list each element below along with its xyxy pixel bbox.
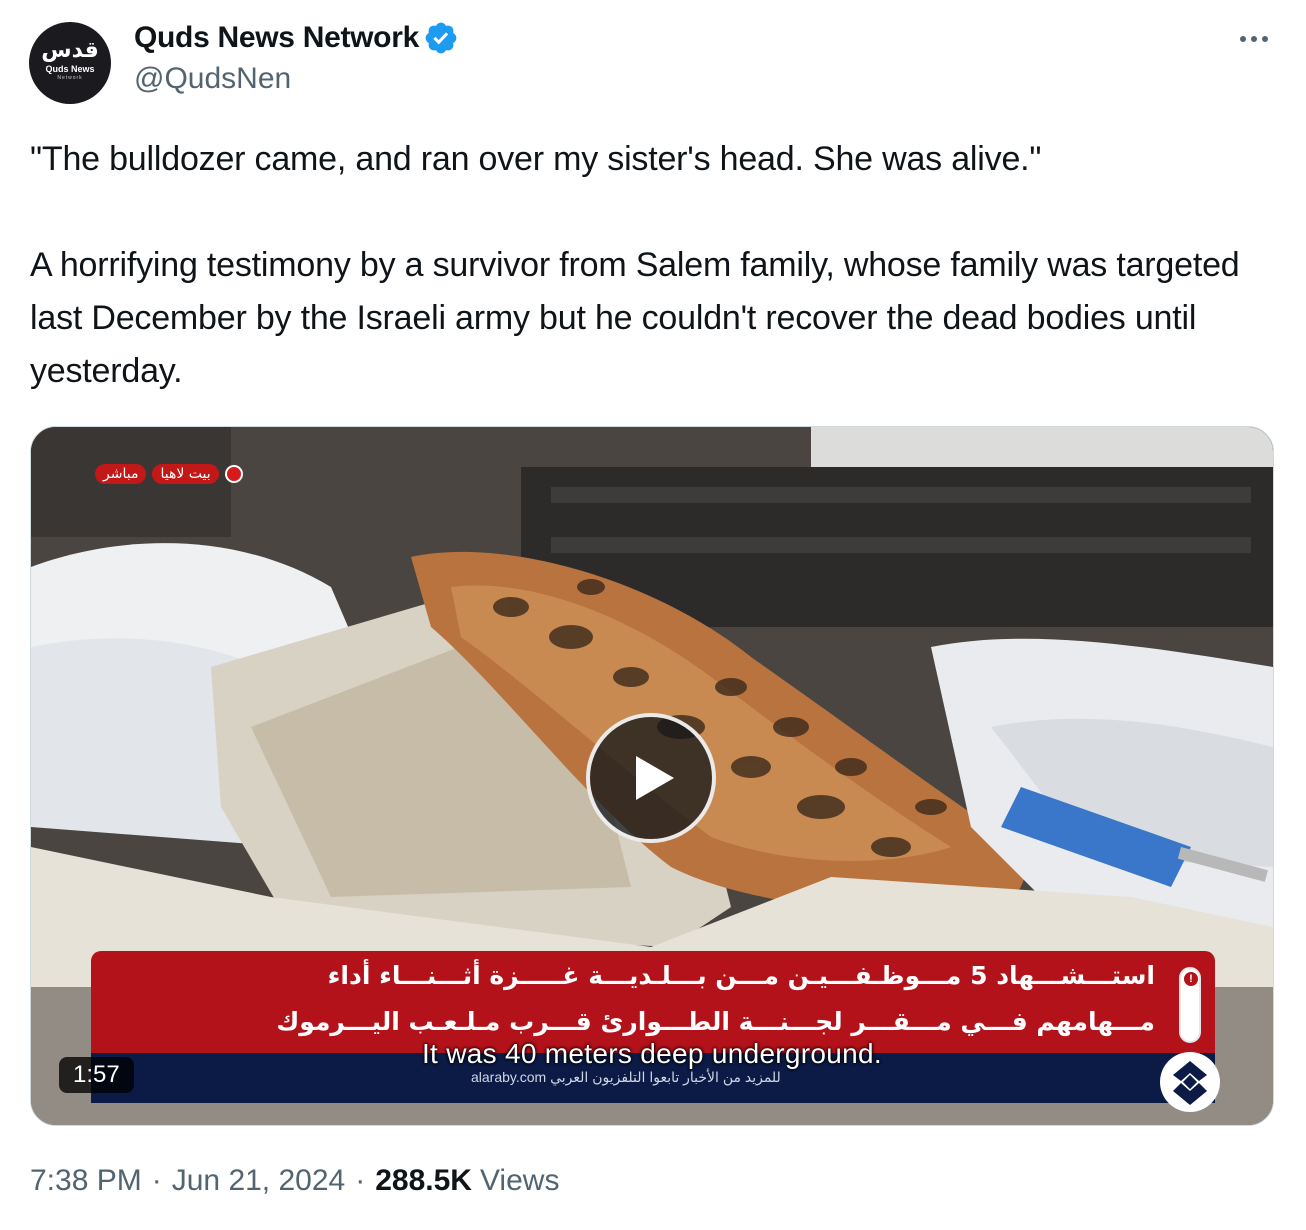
meta-separator: · — [355, 1164, 366, 1197]
play-icon — [636, 756, 674, 800]
video-subtitle: It was 40 meters deep underground. — [421, 1038, 883, 1069]
more-dot-icon — [1262, 36, 1268, 42]
author-handle[interactable]: @QudsNen — [134, 62, 291, 96]
avatar-logo-english: Quds News — [45, 64, 95, 74]
tweet-text: "The bulldozer came, and ran over my sis… — [30, 133, 1280, 398]
meta-separator: · — [151, 1164, 162, 1197]
tweet-meta: 7:38 PM · Jun 21, 2024 · 288.5K Views — [30, 1164, 559, 1198]
live-location-tag: بيت لاهيا مباشر — [91, 461, 247, 487]
more-options-icon[interactable] — [1232, 28, 1276, 50]
ticker-source: alaraby.com للمزيد من الأخبار تابعوا الت… — [471, 1069, 781, 1085]
avatar-logo-arabic: قدس — [41, 38, 99, 63]
avatar-logo-sub: Network — [57, 75, 83, 81]
tweet-quote: "The bulldozer came, and ran over my sis… — [30, 140, 1042, 178]
tweet-body: A horrifying testimony by a survivor fro… — [30, 246, 1240, 390]
video-player[interactable]: بيت لاهيا مباشر ! استـــشـــهاد 5 مـــوظ… — [30, 426, 1274, 1126]
play-button[interactable] — [586, 713, 716, 843]
more-dot-icon — [1251, 36, 1257, 42]
tweet-time[interactable]: 7:38 PM — [30, 1164, 142, 1198]
headline-line-1: استـــشـــهاد 5 مـــوظـفـــيـن مـــن بــ… — [327, 961, 1155, 990]
alert-icon: ! — [1179, 967, 1201, 1043]
author-display-name[interactable]: Quds News Network — [134, 21, 419, 55]
video-duration: 1:57 — [59, 1057, 134, 1093]
author-name-row: Quds News Network — [134, 16, 459, 60]
location-pin-icon — [224, 465, 243, 483]
avatar[interactable]: قدس Quds News Network — [29, 22, 111, 104]
location-label: بيت لاهيا — [152, 464, 219, 484]
verified-badge-icon — [425, 22, 457, 54]
live-label: مباشر — [95, 464, 147, 484]
views-count[interactable]: 288.5K — [375, 1164, 472, 1198]
tweet-date[interactable]: Jun 21, 2024 — [172, 1164, 345, 1198]
views-label: Views — [479, 1164, 560, 1197]
headline-line-2: مـــهامهم فـــي مـــقـــر لجـــنـــة الط… — [276, 1007, 1155, 1036]
tweet: قدس Quds News Network Quds News Network … — [0, 0, 1306, 1230]
channel-logo-icon — [1160, 1052, 1220, 1112]
more-dot-icon — [1240, 36, 1246, 42]
